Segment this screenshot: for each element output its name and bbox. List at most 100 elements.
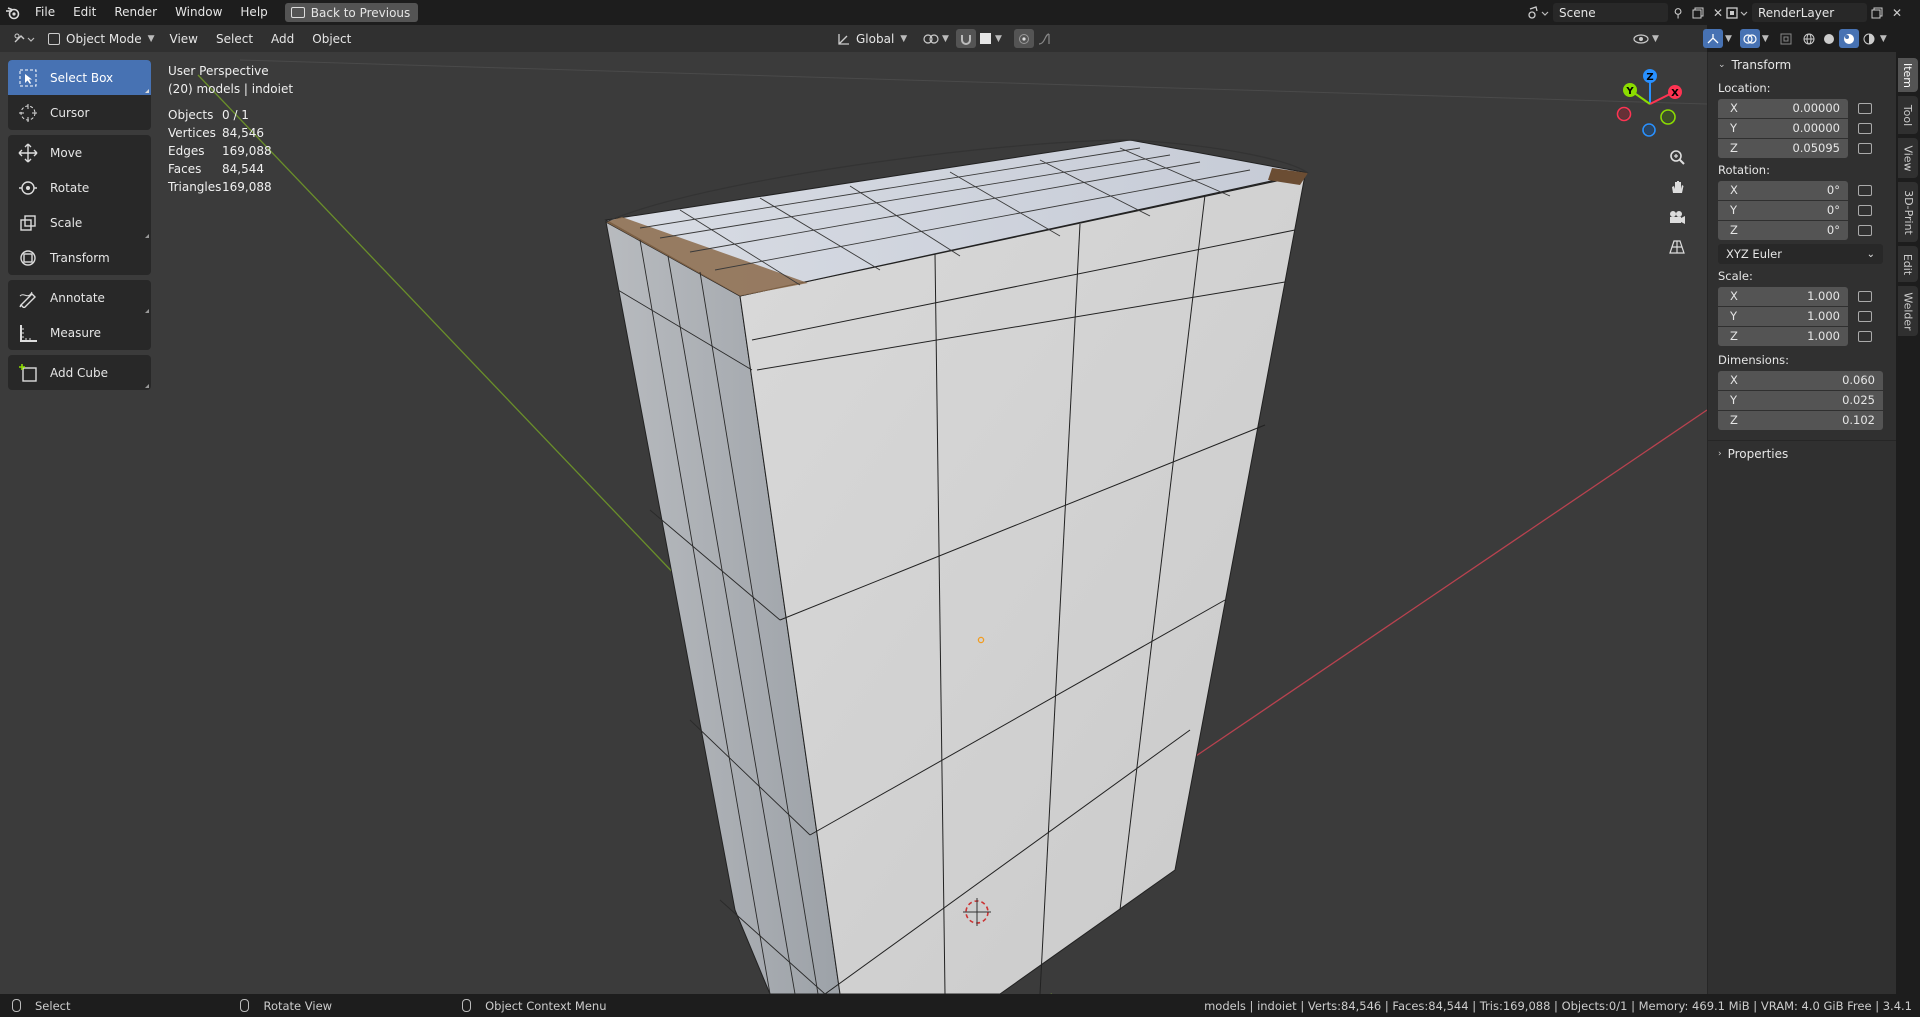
snap-target-dropdown[interactable]: ▼: [980, 29, 1002, 48]
delete-layer-icon[interactable]: ✕: [1887, 3, 1907, 22]
tab-3d-print[interactable]: 3D-Print: [1898, 182, 1918, 242]
xray-toggle[interactable]: [1777, 29, 1795, 48]
gizmo-toggle[interactable]: [1703, 29, 1723, 48]
lock-icon[interactable]: [1858, 102, 1872, 114]
tab-label: Welder: [1901, 291, 1915, 331]
menu-window[interactable]: Window: [166, 0, 231, 25]
tab-view[interactable]: View: [1898, 138, 1918, 178]
lock-icon[interactable]: [1858, 184, 1872, 196]
menu-help[interactable]: Help: [231, 0, 276, 25]
visibility-dropdown[interactable]: ▼: [1633, 29, 1659, 48]
tool-label: Add Cube: [50, 365, 109, 380]
material-preview-shading-button[interactable]: [1838, 29, 1859, 48]
magnet-icon: [961, 34, 971, 45]
overlays-toggle[interactable]: [1739, 29, 1760, 48]
render-layer-field[interactable]: RenderLayer: [1752, 3, 1867, 22]
lock-icon[interactable]: [1858, 224, 1872, 236]
duplicate-layer-icon[interactable]: [1867, 3, 1887, 22]
gizmo-y-label: Y: [1625, 86, 1634, 97]
pivot-point-dropdown[interactable]: ▼: [922, 29, 949, 48]
move-icon: [16, 141, 40, 165]
tool-scale[interactable]: Scale: [8, 205, 151, 240]
tool-rotate[interactable]: Rotate: [8, 170, 151, 205]
navigation-gizmo[interactable]: Z X Y: [1612, 64, 1692, 144]
snap-toggle[interactable]: [956, 29, 976, 48]
lock-icon[interactable]: [1858, 122, 1872, 134]
dimensions-y-field[interactable]: Y 0.025: [1718, 390, 1883, 410]
header-right-toggles: ▼ ▼ ▼: [1700, 29, 1887, 48]
zoom-icon[interactable]: [1662, 143, 1692, 171]
status-rotate-label: Rotate View: [263, 998, 333, 1013]
axis-label: Z: [1730, 223, 1738, 237]
menu-render[interactable]: Render: [105, 0, 166, 25]
chevron-down-icon: ▼: [1879, 33, 1887, 44]
tab-item[interactable]: Item: [1898, 58, 1918, 92]
viewport-menu-object[interactable]: Object: [303, 32, 360, 46]
render-layer-name: RenderLayer: [1758, 5, 1835, 20]
lock-icon[interactable]: [1858, 330, 1872, 342]
field-value: 0.060: [1842, 373, 1875, 387]
scale-z-field[interactable]: Z 1.000: [1718, 326, 1848, 346]
blender-logo-icon[interactable]: [0, 0, 26, 25]
scale-x-row: X 1.000: [1708, 286, 1896, 306]
object-mode-dropdown[interactable]: Object Mode ▼: [42, 29, 161, 48]
transform-panel-header[interactable]: ⌄ Transform: [1708, 52, 1896, 78]
pan-hand-icon[interactable]: [1662, 173, 1692, 201]
stat-label: Vertices: [168, 126, 216, 140]
back-to-previous-button[interactable]: Back to Previous: [284, 3, 419, 22]
x-axis-line: [1189, 409, 1707, 761]
viewport-menu-view[interactable]: View: [161, 32, 207, 46]
menu-file[interactable]: File: [26, 0, 64, 25]
tool-add-cube[interactable]: Add Cube: [8, 355, 151, 390]
tool-transform[interactable]: Transform: [8, 240, 151, 275]
rotation-mode-value: XYZ Euler: [1726, 247, 1782, 261]
orientation-label: Global: [856, 31, 895, 46]
scale-x-field[interactable]: X 1.000: [1718, 286, 1848, 306]
tool-move[interactable]: Move: [8, 135, 151, 170]
tool-measure[interactable]: Measure: [8, 315, 151, 350]
location-x-field[interactable]: X 0.00000: [1718, 98, 1848, 118]
tab-tool[interactable]: Tool: [1898, 96, 1918, 134]
tab-edit[interactable]: Edit: [1898, 246, 1918, 282]
location-y-field[interactable]: Y 0.00000: [1718, 118, 1848, 138]
rotation-y-field[interactable]: Y 0°: [1718, 200, 1848, 220]
tool-annotate[interactable]: Annotate: [8, 280, 151, 315]
scene-icon[interactable]: [1523, 3, 1553, 22]
lock-icon[interactable]: [1858, 142, 1872, 154]
lock-icon[interactable]: [1858, 290, 1872, 302]
scale-y-field[interactable]: Y 1.000: [1718, 306, 1848, 326]
proportional-falloff-dropdown[interactable]: [1037, 29, 1061, 48]
rotation-x-field[interactable]: X 0°: [1718, 180, 1848, 200]
rotation-mode-dropdown[interactable]: XYZ Euler ⌄: [1718, 244, 1883, 264]
rotation-z-field[interactable]: Z 0°: [1718, 220, 1848, 240]
tool-select-box[interactable]: Select Box: [8, 60, 151, 95]
stat-row: Edges 169,088: [168, 142, 272, 160]
menu-edit[interactable]: Edit: [64, 0, 105, 25]
rendered-shading-button[interactable]: [1859, 29, 1879, 48]
solid-shading-button[interactable]: [1819, 29, 1839, 48]
wireframe-shading-button[interactable]: [1799, 29, 1819, 48]
scene-name-field[interactable]: Scene: [1553, 3, 1668, 22]
duplicate-scene-icon[interactable]: [1688, 3, 1708, 22]
tab-welder[interactable]: Welder: [1898, 286, 1918, 336]
dimensions-x-field[interactable]: X 0.060: [1718, 370, 1883, 390]
tool-cursor[interactable]: Cursor: [8, 95, 151, 130]
camera-icon[interactable]: [1662, 203, 1692, 231]
location-z-field[interactable]: Z 0.05095: [1718, 138, 1848, 158]
proportional-editing-toggle[interactable]: [1014, 29, 1034, 48]
editor-type-icon[interactable]: [10, 29, 38, 48]
tool-group-annotate: Annotate Measure: [8, 280, 151, 350]
viewport-menu-select[interactable]: Select: [207, 32, 262, 46]
perspective-grid-icon[interactable]: [1662, 233, 1692, 261]
viewport-menu-add[interactable]: Add: [262, 32, 303, 46]
lock-icon[interactable]: [1858, 310, 1872, 322]
render-layer-icon[interactable]: [1722, 3, 1752, 22]
pin-icon[interactable]: ⚲: [1668, 3, 1688, 22]
lock-icon[interactable]: [1858, 204, 1872, 216]
dimensions-z-field[interactable]: Z 0.102: [1718, 410, 1883, 430]
properties-panel-header[interactable]: › Properties: [1708, 440, 1896, 466]
transform-orientation-dropdown[interactable]: Global ▼: [836, 29, 907, 48]
field-value: 0.102: [1842, 413, 1875, 427]
stat-row: Faces 84,544: [168, 160, 272, 178]
collection-label: (20) models | indoiet: [168, 82, 294, 96]
